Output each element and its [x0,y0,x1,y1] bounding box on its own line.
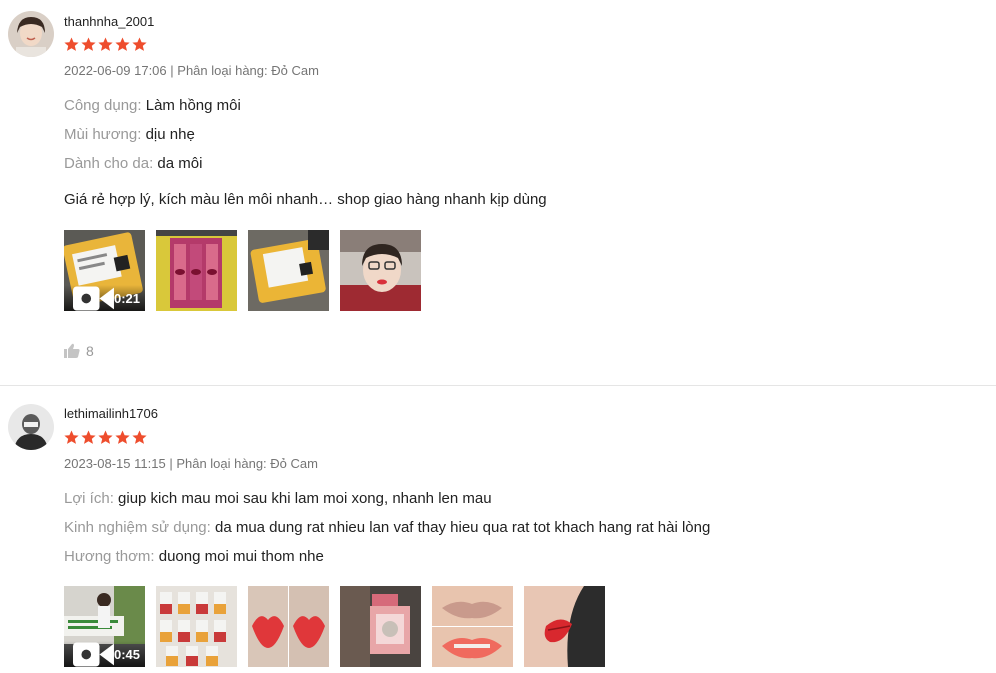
review-meta: 2023-08-15 11:15 | Phân loại hàng: Đỏ Ca… [64,456,318,471]
star-icon [98,430,113,444]
star-icon [81,37,96,51]
attribute-row: Dành cho da: da môi [64,155,241,184]
review-image-thumbnail[interactable] [340,586,421,667]
star-icon [98,37,113,51]
attribute-row: Công dụng: Làm hồng môi [64,97,241,126]
attribute-label: Dành cho da: [64,155,154,172]
review-item: thanhnha_2001 2022-06-09 17:06 | Phân lo… [0,0,996,386]
attribute-value: da môi [157,155,203,172]
review-video-thumbnail[interactable]: 0:45 [64,586,145,667]
video-camera-icon [73,285,114,311]
video-camera-icon [73,641,114,667]
review-comment: Giá rẻ hợp lý, kích màu lên môi nhanh… s… [64,191,547,208]
thumbs-up-icon [64,343,80,358]
review-image-thumbnail[interactable] [248,586,329,667]
variation: Phân loại hàng: Đỏ Cam [176,456,318,471]
star-icon [81,430,96,444]
attribute-value: dịu nhẹ [145,126,195,143]
video-overlay: 0:45 [64,641,145,667]
rating-stars [64,430,147,445]
attribute-row: Hương thơm: duong moi mui thom nhe [64,548,710,577]
attribute-row: Lợi ích: giup kich mau moi sau khi lam m… [64,490,710,519]
review-attributes: Công dụng: Làm hồng môi Mùi hương: dịu n… [64,97,241,184]
avatar[interactable] [8,404,54,450]
avatar[interactable] [8,11,54,57]
like-count: 8 [86,343,94,359]
review-attributes: Lợi ích: giup kich mau moi sau khi lam m… [64,490,710,577]
attribute-label: Công dụng: [64,97,142,114]
variation: Phân loại hàng: Đỏ Cam [177,63,319,78]
review-image-thumbnail[interactable] [340,230,421,311]
attribute-label: Kinh nghiệm sử dụng: [64,519,211,536]
attribute-value: duong moi mui thom nhe [158,548,324,565]
review-image-thumbnail[interactable] [156,586,237,667]
review-video-thumbnail[interactable]: 0:21 [64,230,145,311]
username[interactable]: lethimailinh1706 [64,406,158,421]
rating-stars [64,37,147,52]
video-duration: 0:21 [113,290,140,306]
attribute-row: Mùi hương: dịu nhẹ [64,126,241,155]
star-icon [115,37,130,51]
star-icon [64,37,79,51]
attribute-row: Kinh nghiệm sử dụng: da mua dung rat nhi… [64,519,710,548]
star-icon [132,37,147,51]
review-meta: 2022-06-09 17:06 | Phân loại hàng: Đỏ Ca… [64,63,319,78]
review-media: 0:21 [64,230,421,311]
attribute-label: Hương thơm: [64,548,155,565]
star-icon [115,430,130,444]
review-image-thumbnail[interactable] [156,230,237,311]
attribute-label: Mùi hương: [64,126,142,143]
attribute-value: da mua dung rat nhieu lan vaf thay hieu … [214,519,711,536]
review-date: 2023-08-15 11:15 [64,456,166,471]
attribute-value: Làm hồng môi [145,97,241,114]
review-image-thumbnail[interactable] [248,230,329,311]
like-button[interactable]: 8 [64,343,94,359]
video-duration: 0:45 [113,646,140,662]
video-overlay: 0:21 [64,285,145,311]
username[interactable]: thanhnha_2001 [64,14,154,29]
review-date: 2022-06-09 17:06 [64,63,167,78]
star-icon [132,430,147,444]
attribute-label: Lợi ích: [64,490,114,507]
star-icon [64,430,79,444]
review-item: lethimailinh1706 2023-08-15 11:15 | Phân… [0,386,996,673]
review-image-thumbnail[interactable] [432,586,513,667]
review-image-thumbnail[interactable] [524,586,605,667]
attribute-value: giup kich mau moi sau khi lam moi xong, … [118,490,492,507]
review-media: 0:45 [64,586,605,667]
